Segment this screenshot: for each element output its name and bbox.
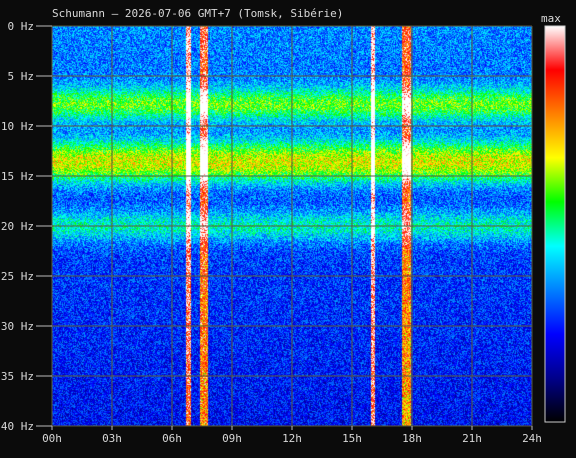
y-tick-label: 40 Hz: [1, 420, 34, 433]
x-tick-label: 15h: [342, 432, 362, 445]
x-tick-label: 00h: [42, 432, 62, 445]
x-tick-label: 06h: [162, 432, 182, 445]
y-tick-label: 0 Hz: [8, 20, 35, 33]
y-tick-label: 15 Hz: [1, 170, 34, 183]
spectrogram-figure: Schumann — 2026-07-06 GMT+7 (Tomsk, Sibé…: [0, 0, 576, 458]
y-tick-label: 10 Hz: [1, 120, 34, 133]
colorbar: [544, 25, 566, 423]
x-tick-label: 03h: [102, 432, 122, 445]
y-tick-label: 35 Hz: [1, 370, 34, 383]
x-tick-label: 09h: [222, 432, 242, 445]
y-axis: 0 Hz 5 Hz 10 Hz 15 Hz 20 Hz 25 Hz 30 Hz 35 Hz 40…: [1, 20, 52, 433]
colorbar-gradient: [544, 25, 566, 423]
x-tick-label: 24h: [522, 432, 542, 445]
x-axis: 00h 03h 06h 09h 12h 15h 18h 21h 24h: [42, 426, 542, 445]
x-tick-label: 12h: [282, 432, 302, 445]
y-tick-label: 30 Hz: [1, 320, 34, 333]
spectrogram-chart: Schumann — 2026-07-06 GMT+7 (Tomsk, Sibé…: [1, 7, 566, 445]
x-tick-label: 21h: [462, 432, 482, 445]
y-tick-label: 20 Hz: [1, 220, 34, 233]
colorbar-max-label: max: [541, 12, 561, 25]
x-tick-label: 18h: [402, 432, 422, 445]
y-tick-label: 5 Hz: [8, 70, 35, 83]
chart-title: Schumann — 2026-07-06 GMT+7 (Tomsk, Sibé…: [52, 7, 343, 20]
y-tick-label: 25 Hz: [1, 270, 34, 283]
